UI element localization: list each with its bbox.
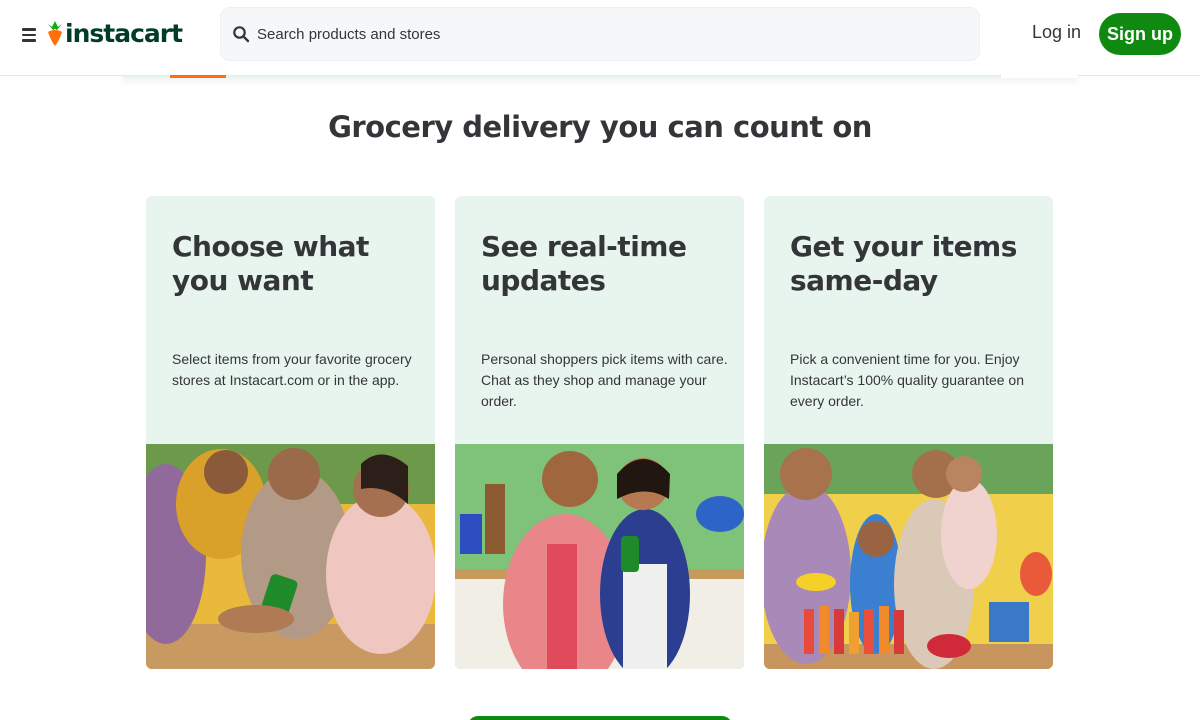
card-title: Choose what you want — [172, 230, 369, 297]
section-headline: Grocery delivery you can count on — [328, 110, 872, 144]
tab-strip-divider — [1000, 74, 1078, 78]
instacart-logo[interactable]: instacart — [45, 16, 183, 50]
search-icon — [233, 26, 250, 43]
feature-card-same-day: Get your items same-day Pick a convenien… — [764, 196, 1053, 669]
logo-wordmark: instacart — [65, 18, 183, 48]
login-link[interactable]: Log in — [1032, 22, 1081, 43]
top-nav-bar: instacart Log in Sign up — [0, 0, 1200, 76]
card-title: Get your items same-day — [790, 230, 1017, 297]
feature-card-updates: See real-time updates Personal shoppers … — [455, 196, 744, 669]
feature-card-choose: Choose what you want Select items from y… — [146, 196, 435, 669]
active-tab-indicator — [170, 75, 226, 78]
family-phone-photo — [146, 444, 435, 669]
card-description: Pick a convenient time for you. Enjoy In… — [790, 351, 1025, 409]
menu-icon[interactable] — [22, 25, 38, 43]
card-title: See real-time updates — [481, 230, 687, 297]
search-bar[interactable] — [220, 7, 980, 61]
search-input[interactable] — [257, 25, 957, 43]
card-description: Personal shoppers pick items with care. … — [481, 351, 728, 409]
shoppers-kitchen-photo — [455, 444, 744, 669]
family-groceries-photo — [764, 444, 1053, 669]
category-tab-strip — [122, 72, 1078, 78]
get-started-button[interactable] — [468, 716, 732, 720]
carrot-logo-icon — [48, 21, 62, 46]
signup-button[interactable]: Sign up — [1099, 13, 1181, 55]
card-description: Select items from your favorite grocery … — [172, 351, 412, 388]
